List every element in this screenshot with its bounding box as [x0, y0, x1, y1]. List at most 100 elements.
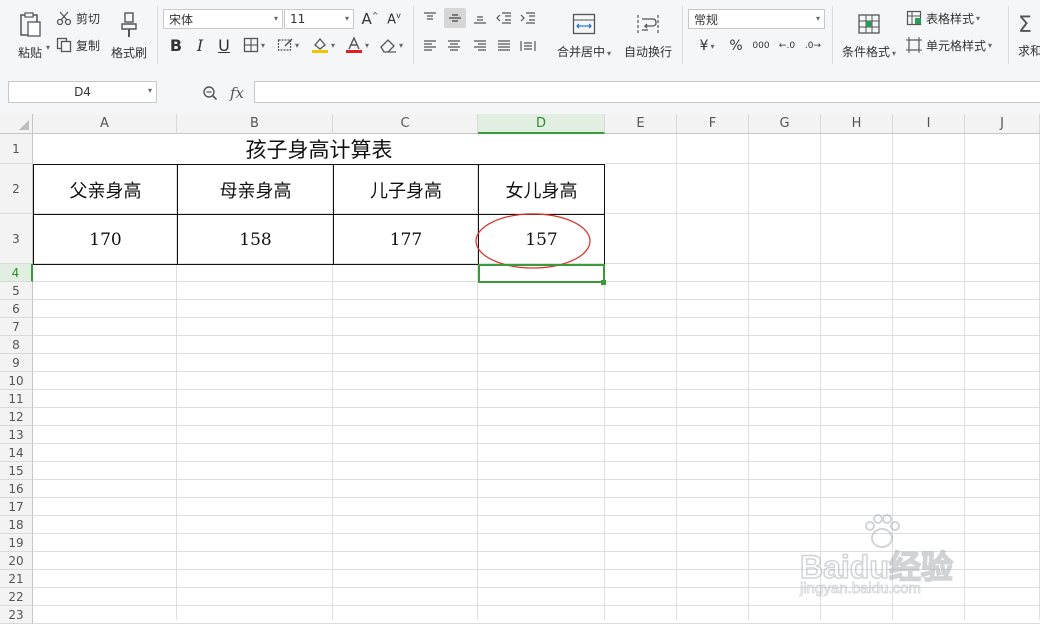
decrease-decimal-button[interactable]: .0→	[802, 36, 824, 56]
thousands-separator-button[interactable]: 000	[750, 36, 772, 56]
row-header-8[interactable]: 8	[0, 336, 33, 354]
column-header-i[interactable]: I	[893, 114, 965, 134]
distributed-button[interactable]	[518, 36, 538, 56]
bold-button[interactable]: B	[166, 35, 186, 55]
align-center-button[interactable]	[444, 36, 464, 56]
cell-style-icon	[906, 37, 922, 53]
justify-button[interactable]	[494, 36, 514, 56]
selected-cell-d4[interactable]	[478, 264, 605, 283]
font-color-button[interactable]: ▾	[342, 35, 372, 55]
row-header-23[interactable]: 23	[0, 606, 33, 624]
column-header-b[interactable]: B	[177, 114, 333, 134]
row-header-1[interactable]: 1	[0, 134, 33, 164]
clear-format-button[interactable]: ▾	[376, 35, 406, 55]
row-header-15[interactable]: 15	[0, 462, 33, 480]
indent-button[interactable]	[518, 8, 538, 28]
value-cell-b3[interactable]: 158	[178, 215, 333, 264]
header-cell-c2[interactable]: 儿子身高	[334, 165, 478, 214]
row-header-22[interactable]: 22	[0, 588, 33, 606]
wrap-text-button[interactable]: 自动换行	[622, 6, 674, 66]
row-header-20[interactable]: 20	[0, 552, 33, 570]
ribbon-toolbar: 粘贴 ▾ 剪切 复制 格式刷 宋体 ▾ 11 ▾ A^ Av B I U ▾ ▾…	[0, 0, 1040, 73]
header-cell-a2[interactable]: 父亲身高	[34, 165, 177, 214]
font-color-icon	[345, 36, 362, 53]
row-header-5[interactable]: 5	[0, 282, 33, 300]
borders-button[interactable]: ▾	[240, 35, 268, 55]
header-cell-d2[interactable]: 女儿身高	[479, 165, 604, 214]
value-cell-a3[interactable]: 170	[34, 215, 177, 264]
zoom-formula-button[interactable]	[200, 83, 220, 103]
cell-format-button[interactable]: ▾	[274, 35, 302, 55]
row-header-6[interactable]: 6	[0, 300, 33, 318]
align-middle-button[interactable]	[444, 8, 466, 28]
scissors-icon	[56, 11, 72, 26]
paste-dropdown-icon[interactable]: ▾	[46, 43, 50, 52]
select-all-corner[interactable]	[0, 114, 33, 134]
increase-decimal-button[interactable]: ←.0	[776, 36, 798, 56]
row-header-2[interactable]: 2	[0, 164, 33, 214]
fill-color-button[interactable]: ▾	[308, 35, 338, 55]
column-header-g[interactable]: G	[749, 114, 821, 134]
align-right-button[interactable]	[470, 36, 490, 56]
chevron-down-icon: ▾	[344, 14, 349, 23]
value-cell-c3[interactable]: 177	[334, 215, 478, 264]
value-text: 158	[239, 229, 272, 250]
column-header-e[interactable]: E	[605, 114, 677, 134]
font-size-select[interactable]: 11 ▾	[284, 9, 354, 29]
row-header-13[interactable]: 13	[0, 426, 33, 444]
paste-button[interactable]: 粘贴 ▾	[10, 6, 50, 66]
eraser-icon	[380, 39, 396, 53]
italic-button[interactable]: I	[190, 35, 210, 55]
row-header-21[interactable]: 21	[0, 570, 33, 588]
percent-button[interactable]: %	[726, 36, 746, 56]
indent-icon	[520, 12, 535, 24]
row-header-17[interactable]: 17	[0, 498, 33, 516]
insert-function-button[interactable]: fx	[226, 82, 248, 104]
align-left-button[interactable]	[420, 36, 440, 56]
row-header-11[interactable]: 11	[0, 390, 33, 408]
sum-button[interactable]: Σ 求和	[1018, 6, 1040, 66]
row-header-9[interactable]: 9	[0, 354, 33, 372]
row-header-12[interactable]: 12	[0, 408, 33, 426]
font-name-select[interactable]: 宋体 ▾	[163, 9, 283, 29]
row-header-18[interactable]: 18	[0, 516, 33, 534]
underline-button[interactable]: U	[214, 35, 234, 55]
currency-button[interactable]: ¥ ▾	[692, 36, 722, 56]
name-box[interactable]: D4 ▾	[8, 81, 157, 103]
row-header-7[interactable]: 7	[0, 318, 33, 336]
column-header-h[interactable]: H	[821, 114, 893, 134]
number-format-select[interactable]: 常规 ▾	[688, 9, 825, 29]
row-header-4[interactable]: 4	[0, 264, 33, 282]
spreadsheet-grid: ABCDEFGHIJ 1 2 3 4 5 6 7 8 9 10 11 12 13 14 15 16 17 18 19…	[0, 114, 1040, 624]
align-bottom-button[interactable]	[470, 8, 490, 28]
row-header-16[interactable]: 16	[0, 480, 33, 498]
header-cell-b2[interactable]: 母亲身高	[178, 165, 333, 214]
decrease-font-button[interactable]: Av	[384, 9, 404, 29]
column-header-f[interactable]: F	[677, 114, 749, 134]
cell-style-button[interactable]: 单元格样式 ▾	[906, 36, 992, 54]
row-header-14[interactable]: 14	[0, 444, 33, 462]
format-painter-button[interactable]: 格式刷	[108, 6, 150, 66]
outdent-button[interactable]	[494, 8, 514, 28]
row-header-10[interactable]: 10	[0, 372, 33, 390]
copy-button[interactable]: 复制	[56, 36, 100, 54]
align-top-button[interactable]	[420, 8, 440, 28]
fill-handle[interactable]	[601, 280, 606, 285]
merge-center-button[interactable]: 合并居中 ▾	[552, 6, 616, 66]
cut-button[interactable]: 剪切	[56, 9, 100, 27]
column-header-j[interactable]: J	[965, 114, 1040, 134]
increase-font-button[interactable]: A^	[360, 9, 380, 29]
row-header-19[interactable]: 19	[0, 534, 33, 552]
column-header-d[interactable]: D	[478, 114, 605, 134]
chevron-down-icon: ▾	[815, 14, 820, 23]
table-style-button[interactable]: 表格样式 ▾	[906, 9, 980, 27]
table-title: 孩子身高计算表	[245, 138, 393, 162]
conditional-format-button[interactable]: 条件格式 ▾	[838, 6, 900, 66]
row-header-3[interactable]: 3	[0, 214, 33, 264]
formula-input[interactable]	[254, 81, 1040, 103]
gridline	[33, 605, 1040, 606]
gridline	[676, 134, 677, 620]
table-title-cell[interactable]: 孩子身高计算表	[33, 134, 605, 164]
column-header-a[interactable]: A	[33, 114, 177, 134]
column-header-c[interactable]: C	[333, 114, 478, 134]
